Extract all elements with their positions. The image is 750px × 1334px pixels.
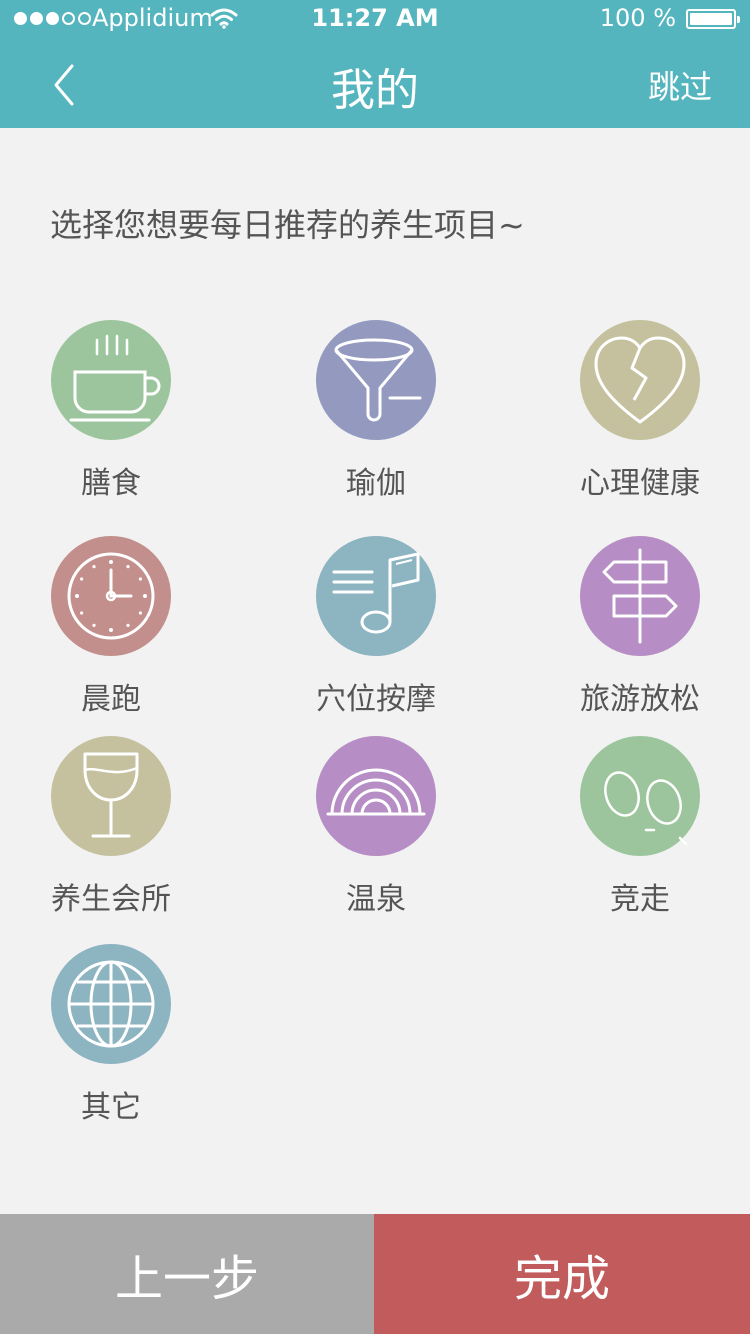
option-acupressure[interactable]: 穴位按摩: [266, 536, 486, 726]
navigation-bar: 我的 跳过: [0, 40, 750, 128]
option-label: 旅游放松: [580, 682, 700, 717]
option-other[interactable]: 其它: [1, 944, 221, 1134]
clock-icon: [51, 536, 171, 656]
music-note-icon: [316, 536, 436, 656]
top-bar: Applidium 11:27 AM 100 % 我的 跳过: [0, 0, 750, 128]
globe-icon: [51, 944, 171, 1064]
battery-percentage: 100 %: [599, 4, 676, 32]
option-diet[interactable]: 膳食: [1, 320, 221, 510]
option-label: 瑜伽: [346, 466, 406, 501]
option-race-walking[interactable]: 竞走: [530, 736, 750, 926]
option-label: 穴位按摩: [316, 682, 436, 717]
wine-glass-icon: [51, 736, 171, 856]
status-bar: Applidium 11:27 AM 100 %: [0, 0, 750, 40]
battery-icon: [686, 9, 740, 29]
option-label: 晨跑: [81, 682, 141, 717]
previous-step-button[interactable]: 上一步: [0, 1214, 374, 1334]
page-title: 我的: [331, 65, 419, 116]
option-label: 心理健康: [580, 466, 700, 501]
option-label: 膳食: [81, 466, 141, 501]
selection-prompt: 选择您想要每日推荐的养生项目~: [50, 206, 525, 244]
option-hot-spring[interactable]: 温泉: [266, 736, 486, 926]
signpost-icon: [580, 536, 700, 656]
footprints-icon: [580, 736, 700, 856]
option-health-club[interactable]: 养生会所: [1, 736, 221, 926]
option-morning-run[interactable]: 晨跑: [1, 536, 221, 726]
option-yoga[interactable]: 瑜伽: [266, 320, 486, 510]
skip-button[interactable]: 跳过: [648, 62, 712, 108]
screen: Applidium 11:27 AM 100 % 我的 跳过 选择您想要每日推荐…: [0, 0, 750, 1334]
option-label: 养生会所: [51, 882, 171, 917]
broken-heart-icon: [580, 320, 700, 440]
option-mental-health[interactable]: 心理健康: [530, 320, 750, 510]
funnel-icon: [316, 320, 436, 440]
rainbow-icon: [316, 736, 436, 856]
coffee-cup-icon: [51, 320, 171, 440]
option-label: 竞走: [610, 882, 670, 917]
option-label: 其它: [81, 1090, 141, 1125]
finish-button[interactable]: 完成: [374, 1214, 750, 1334]
option-label: 温泉: [346, 882, 406, 917]
option-travel-relax[interactable]: 旅游放松: [530, 536, 750, 726]
